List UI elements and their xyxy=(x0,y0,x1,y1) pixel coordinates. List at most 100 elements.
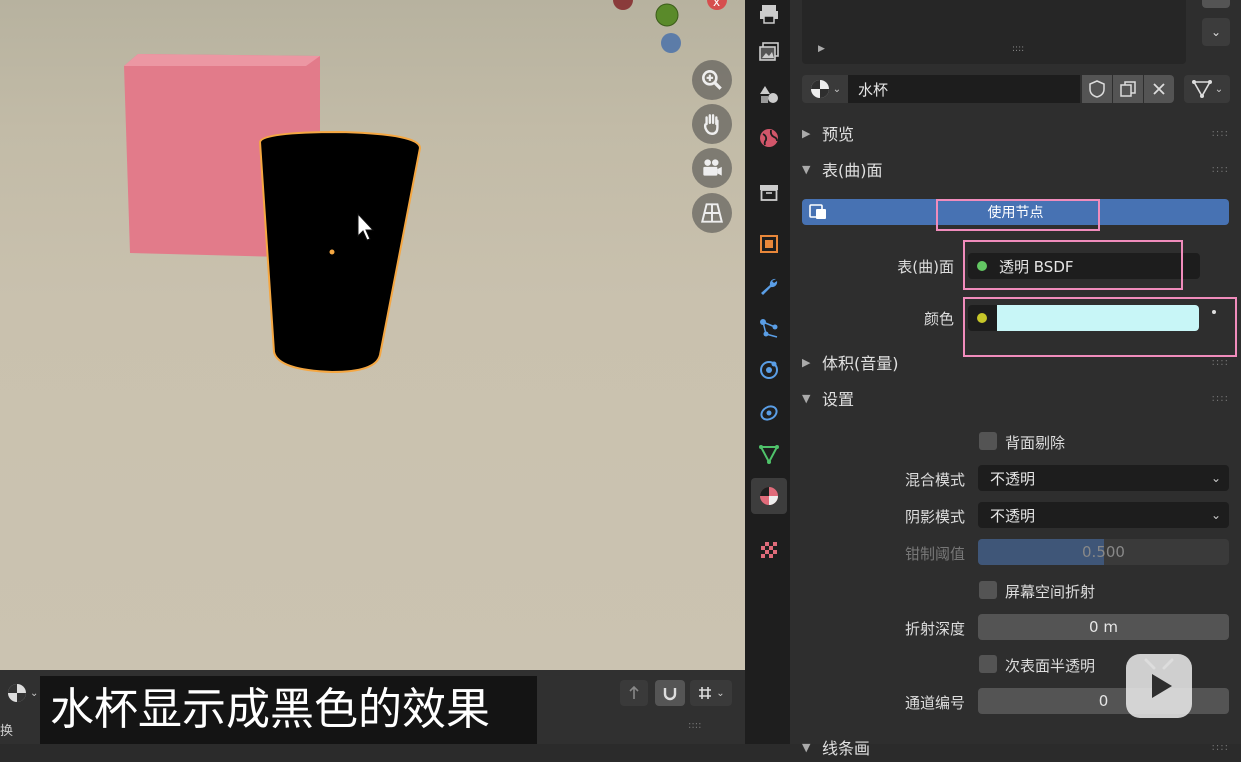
tab-render[interactable] xyxy=(751,0,787,32)
3d-viewport[interactable]: x xyxy=(0,0,745,670)
video-subtitle: 水杯显示成黑色的效果 xyxy=(40,676,537,744)
camera-icon xyxy=(703,159,722,176)
expanded-triangle-icon: ▼ xyxy=(802,391,811,405)
snap-direction-button[interactable] xyxy=(620,680,648,706)
clip-threshold-value: 0.500 xyxy=(1082,543,1125,561)
tab-modifiers[interactable] xyxy=(751,268,787,304)
material-sphere-icon xyxy=(8,684,26,702)
shadow-mode-label: 阴影模式 xyxy=(904,508,965,526)
tab-constraints[interactable] xyxy=(751,394,787,430)
panel-grip-icon[interactable]: :::: xyxy=(688,720,701,731)
snap-target-dropdown[interactable]: ⌄ xyxy=(690,680,732,706)
checker-icon xyxy=(761,542,777,558)
fake-user-button[interactable] xyxy=(1082,75,1112,103)
subsurface-translucency-label: 次表面半透明 xyxy=(1005,657,1096,675)
node-tree-icon xyxy=(809,204,826,219)
refraction-depth-field[interactable]: 0 m xyxy=(978,614,1229,640)
link-data-dropdown[interactable]: ⌄ xyxy=(1184,75,1230,103)
magnet-icon xyxy=(663,688,677,701)
shapes-icon xyxy=(760,86,778,103)
section-preview-label: 预览 xyxy=(822,125,855,144)
chevron-down-icon: ⌄ xyxy=(1210,471,1221,485)
partial-label: 换 xyxy=(0,724,14,739)
section-settings[interactable]: ▼ 设置 :::: xyxy=(790,383,1241,413)
black-cup xyxy=(258,130,422,374)
tab-world[interactable] xyxy=(751,120,787,156)
snap-toggle-button[interactable] xyxy=(655,680,685,706)
drag-grip-icon[interactable]: :::: xyxy=(1212,393,1229,404)
image-icon xyxy=(759,42,779,61)
physics-icon xyxy=(760,361,778,379)
arrow-up-icon xyxy=(629,685,639,699)
collapsed-triangle-icon: ▶ xyxy=(802,126,811,140)
mesh-triangle-icon xyxy=(1191,80,1212,98)
gizmo-axis-red xyxy=(613,0,633,10)
globe-icon xyxy=(760,129,778,147)
tab-physics[interactable] xyxy=(751,352,787,388)
list-resize-grip[interactable]: :::: xyxy=(1012,44,1024,54)
expanded-triangle-icon: ▼ xyxy=(802,162,811,176)
object-square-icon xyxy=(760,235,778,253)
tab-collection[interactable] xyxy=(751,174,787,210)
drag-grip-icon[interactable]: :::: xyxy=(1212,742,1229,753)
pass-index-value: 0 xyxy=(1098,692,1109,710)
zoom-button[interactable] xyxy=(692,60,732,100)
snap-grid-icon xyxy=(699,687,712,699)
tab-particles[interactable] xyxy=(751,310,787,346)
tab-output[interactable] xyxy=(751,34,787,70)
section-volume[interactable]: ▶ 体积(音量) :::: xyxy=(790,347,1241,377)
section-volume-label: 体积(音量) xyxy=(822,354,899,373)
clip-threshold-slider[interactable]: 0.500 xyxy=(978,539,1229,565)
tab-material[interactable] xyxy=(751,478,787,514)
blend-mode-label: 混合模式 xyxy=(904,471,965,489)
material-sphere-icon xyxy=(810,80,829,98)
perspective-toggle-button[interactable] xyxy=(692,193,732,233)
section-preview[interactable]: ▶ 预览 :::: xyxy=(790,118,1241,148)
drag-grip-icon[interactable]: :::: xyxy=(1212,128,1229,139)
tab-object[interactable] xyxy=(751,226,787,262)
unlink-material-button[interactable] xyxy=(1144,75,1174,103)
expanded-triangle-icon: ▼ xyxy=(802,740,811,754)
play-icon xyxy=(1144,658,1174,698)
chevron-down-icon: ⌄ xyxy=(1210,25,1222,39)
shadow-mode-dropdown[interactable]: 不透明 ⌄ xyxy=(978,502,1229,528)
browse-material-button[interactable]: ⌄ xyxy=(802,75,848,103)
highlight-box-surface xyxy=(963,240,1183,290)
tab-data[interactable] xyxy=(751,436,787,472)
shadow-mode-value: 不透明 xyxy=(990,506,1036,525)
subsurface-translucency-checkbox[interactable] xyxy=(979,655,997,673)
clip-threshold-label: 钳制阈值 xyxy=(904,545,965,563)
duplicate-material-button[interactable] xyxy=(1113,75,1143,103)
collapsed-triangle-icon: ▶ xyxy=(802,355,811,369)
section-surface[interactable]: ▼ 表(曲)面 :::: xyxy=(790,154,1241,184)
material-name-field[interactable]: 水杯 xyxy=(848,75,1080,103)
camera-view-button[interactable] xyxy=(692,148,732,188)
expand-triangle-icon[interactable]: ▶ xyxy=(818,44,825,54)
blend-mode-dropdown[interactable]: 不透明 ⌄ xyxy=(978,465,1229,491)
backface-culling-checkbox[interactable] xyxy=(979,432,997,450)
zoom-icon xyxy=(702,70,722,90)
slot-specials-button[interactable]: ⌄ xyxy=(1202,18,1230,46)
drag-grip-icon[interactable]: :::: xyxy=(1212,357,1229,368)
slot-menu-button[interactable] xyxy=(1202,0,1230,8)
mesh-triangle-icon xyxy=(759,445,779,465)
svg-text:x: x xyxy=(713,0,720,9)
screen-space-refraction-label: 屏幕空间折射 xyxy=(1005,583,1096,601)
section-lineart[interactable]: ▼ 线条画 :::: xyxy=(790,732,1241,762)
wrench-icon xyxy=(761,278,778,295)
material-slot-list[interactable]: ▶ :::: xyxy=(802,0,1186,64)
refraction-depth-value: 0 m xyxy=(1089,618,1118,636)
properties-tab-column xyxy=(745,0,790,744)
close-icon xyxy=(1153,83,1165,95)
video-play-overlay[interactable] xyxy=(1126,654,1192,718)
backface-culling-label: 背面剔除 xyxy=(1005,434,1066,452)
screen-space-refraction-checkbox[interactable] xyxy=(979,581,997,599)
tab-texture[interactable] xyxy=(751,532,787,568)
pan-button[interactable] xyxy=(692,104,732,144)
material-properties-panel: ▶ :::: ⌄ ⌄ 水杯 ⌄ ▶ 预览 :::: ▼ 表(曲)面 :::: 使… xyxy=(790,0,1241,758)
grid-icon xyxy=(701,203,723,223)
hand-icon xyxy=(703,114,719,135)
tab-view-layer[interactable] xyxy=(751,76,787,112)
drag-grip-icon[interactable]: :::: xyxy=(1212,164,1229,175)
particles-icon xyxy=(760,319,778,338)
